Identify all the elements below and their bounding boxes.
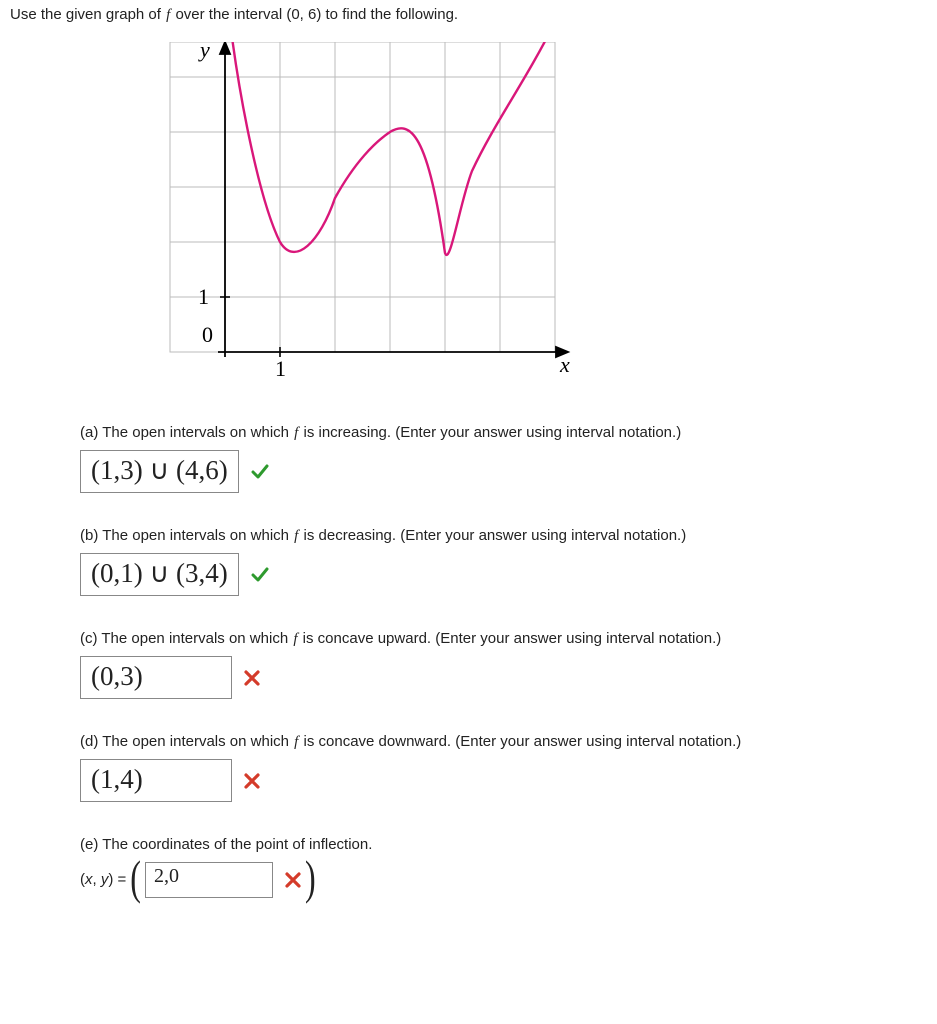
prompt-pre: Use the given graph of [10,6,165,23]
part-a-answer-input[interactable]: (1,3) ∪ (4,6) [80,450,239,493]
cross-icon [285,872,301,888]
part-e-question: (e) The coordinates of the point of infl… [80,836,927,853]
xy-prefix: (x, y) = [80,871,126,888]
part-e: (e) The coordinates of the point of infl… [80,836,927,898]
y-axis-label: y [198,42,210,62]
part-d: (d) The open intervals on which f is con… [80,733,927,802]
y-tick-1: 1 [198,284,209,309]
part-c-answer-input[interactable]: (0,3) [80,656,232,699]
part-c: (c) The open intervals on which f is con… [80,630,927,699]
part-c-q-post: is concave upward. (Enter your answer us… [299,630,722,647]
check-icon [251,463,269,481]
curve-f [230,42,555,255]
part-b-q-pre: (b) The open intervals on which [80,527,293,544]
part-c-q-pre: (c) The open intervals on which [80,630,292,647]
part-b-q-post: is decreasing. (Enter your answer using … [299,527,686,544]
part-c-question: (c) The open intervals on which f is con… [80,630,927,648]
graph-figure: y x 0 1 1 [160,42,927,396]
part-a-q-post: is increasing. (Enter your answer using … [299,424,681,441]
part-d-q-post: is concave downward. (Enter your answer … [299,733,741,750]
graph-svg: y x 0 1 1 [160,42,580,392]
part-e-answer-input[interactable]: 2,0 [145,862,273,898]
part-a-question: (a) The open intervals on which f is inc… [80,424,927,442]
origin-label: 0 [202,322,213,347]
cross-icon [244,773,260,789]
part-d-answer-input[interactable]: (1,4) [80,759,232,802]
part-a-q-pre: (a) The open intervals on which [80,424,293,441]
part-b: (b) The open intervals on which f is dec… [80,527,927,596]
part-a: (a) The open intervals on which f is inc… [80,424,927,493]
x-tick-1: 1 [275,356,286,381]
cross-icon [244,670,260,686]
problem-prompt: Use the given graph of f over the interv… [10,6,927,24]
part-b-question: (b) The open intervals on which f is dec… [80,527,927,545]
check-icon [251,566,269,584]
x-axis-label: x [559,352,570,377]
part-d-question: (d) The open intervals on which f is con… [80,733,927,751]
open-paren: ( [130,850,141,906]
part-b-answer-input[interactable]: (0,1) ∪ (3,4) [80,553,239,596]
close-paren: ) [305,850,316,906]
prompt-post: over the interval (0, 6) to find the fol… [171,6,458,23]
part-d-q-pre: (d) The open intervals on which [80,733,293,750]
